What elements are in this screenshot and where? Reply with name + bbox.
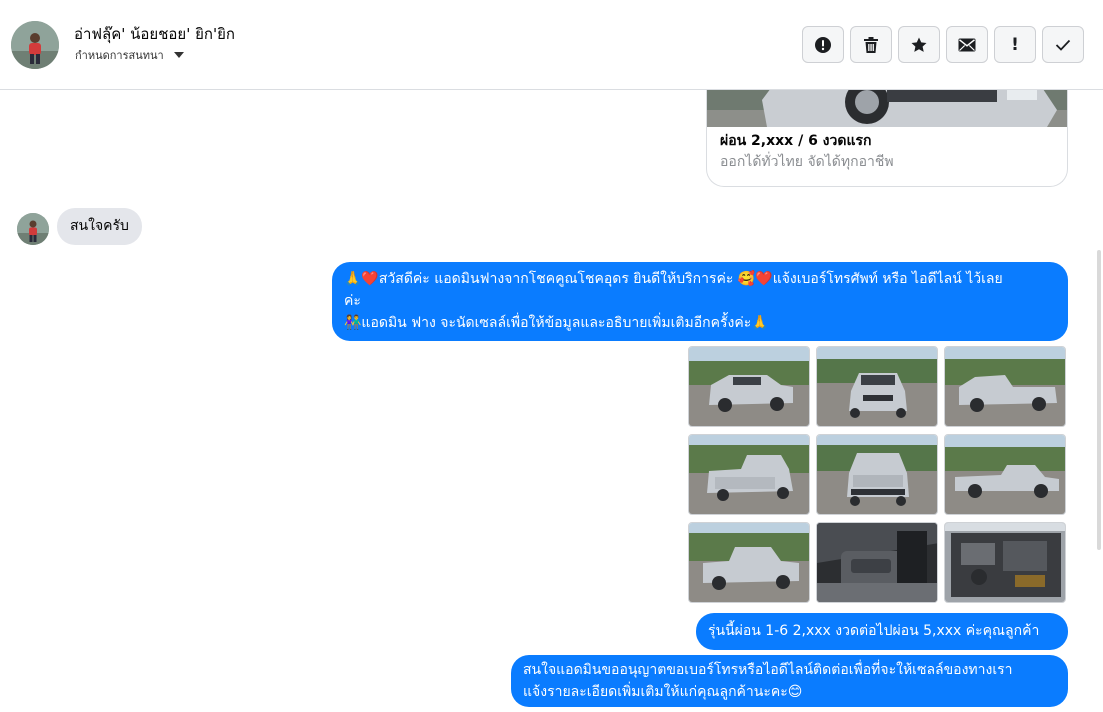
- car-photo[interactable]: [944, 522, 1066, 603]
- contact-name[interactable]: อ่าฟลุ๊ค' น้อยชอย' ยิก'ยิก: [74, 22, 235, 46]
- car-photo[interactable]: [816, 346, 938, 427]
- car-photo[interactable]: [944, 434, 1066, 515]
- conversation-header: อ่าฟลุ๊ค' น้อยชอย' ยิก'ยิก กำหนดการสนทนา: [0, 0, 1103, 90]
- message-line: 👫แอดมิน ฟาง จะนัดเซลล์เพื่อให้ข้อมูลและอ…: [344, 315, 769, 331]
- car-photo[interactable]: [688, 434, 810, 515]
- outgoing-message[interactable]: 🙏❤️สวัสดีค่ะ แอดมินฟางจากโชคคูณโชคอุดร ย…: [332, 262, 1068, 341]
- product-listing-card[interactable]: ผ่อน 2,xxx / 6 งวดแรก ออกได้ทั่วไทย จัดไ…: [706, 80, 1068, 187]
- conversation-settings-label: กำหนดการสนทนา: [75, 49, 164, 62]
- car-photo[interactable]: [816, 434, 938, 515]
- sender-avatar[interactable]: [17, 213, 49, 245]
- star-icon: [910, 36, 928, 54]
- delete-button[interactable]: [850, 26, 892, 63]
- car-photo[interactable]: [688, 346, 810, 427]
- mark-done-button[interactable]: [1042, 26, 1084, 63]
- product-subtitle: ออกได้ทั่วไทย จัดได้ทุกอาชีพ: [720, 154, 894, 170]
- mark-spam-button[interactable]: [802, 26, 844, 63]
- message-line: สนใจแอดมินขออนุญาตขอเบอร์โทรหรือไอดีไลน์…: [523, 662, 1013, 678]
- message-line: แจ้งรายละเอียดเพิ่มเติมให้แก่คุณลูกค้านะ…: [523, 684, 803, 700]
- car-photo[interactable]: [688, 522, 810, 603]
- outgoing-message[interactable]: สนใจแอดมินขออนุญาตขอเบอร์โทรหรือไอดีไลน์…: [511, 655, 1068, 707]
- scrollbar[interactable]: [1097, 250, 1101, 550]
- star-button[interactable]: [898, 26, 940, 63]
- follow-up-button[interactable]: !: [994, 26, 1036, 63]
- conversation-settings-dropdown[interactable]: กำหนดการสนทนา: [75, 46, 184, 64]
- conversation-toolbar: !: [802, 26, 1084, 63]
- message-line: ค่ะ: [344, 293, 361, 309]
- message-line: 🙏❤️สวัสดีค่ะ แอดมินฟางจากโชคคูณโชคอุดร ย…: [344, 271, 1003, 287]
- product-title: ผ่อน 2,xxx / 6 งวดแรก: [720, 133, 872, 149]
- car-photo[interactable]: [944, 346, 1066, 427]
- mail-icon: [958, 38, 976, 52]
- caret-down-icon: [173, 52, 184, 58]
- exclamation-icon: !: [1011, 34, 1019, 55]
- contact-avatar[interactable]: [11, 21, 59, 69]
- incoming-message[interactable]: สนใจครับ: [57, 208, 142, 245]
- mark-unread-button[interactable]: [946, 26, 988, 63]
- car-photo[interactable]: [816, 522, 938, 603]
- checkmark-icon: [1055, 39, 1071, 51]
- trash-icon: [863, 36, 879, 54]
- outgoing-message[interactable]: รุ่นนี้ผ่อน 1-6 2,xxx งวดต่อไปผ่อน 5,xxx…: [696, 613, 1068, 650]
- alert-circle-icon: [814, 36, 832, 54]
